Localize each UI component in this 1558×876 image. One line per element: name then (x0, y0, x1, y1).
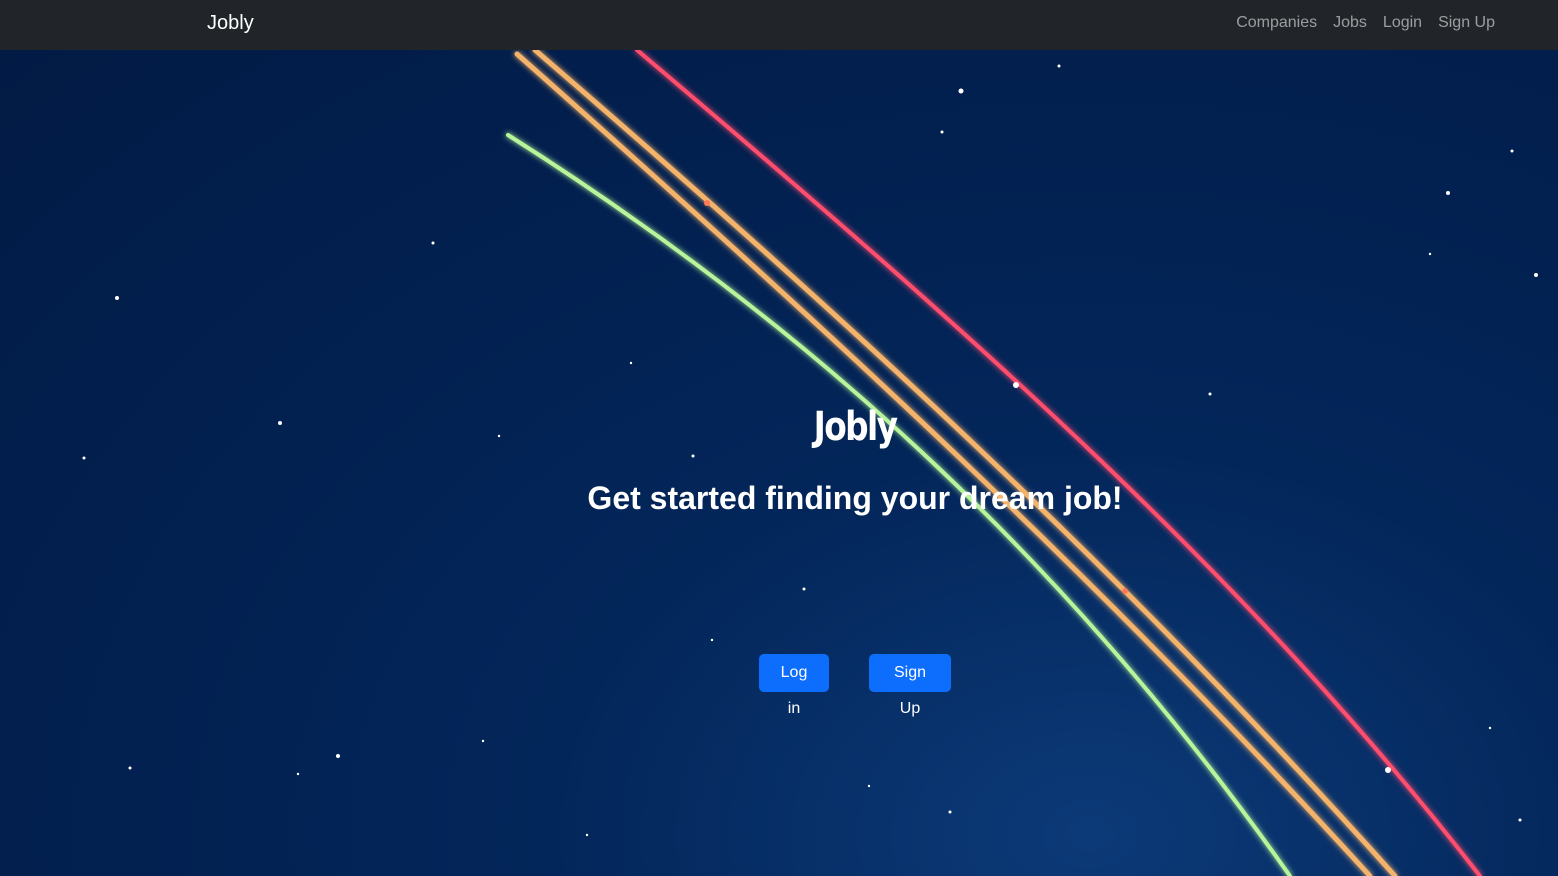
nav-link-login[interactable]: Login (1383, 14, 1422, 32)
hero-section: Jobly Get started finding your dream job… (0, 50, 1558, 876)
stars (82, 64, 1538, 837)
hero-subtitle: Get started finding your dream job! (587, 480, 1123, 516)
nav-link-companies[interactable]: Companies (1236, 14, 1317, 32)
nav-link-jobs[interactable]: Jobs (1333, 14, 1367, 32)
login-button[interactable]: Log in (759, 654, 829, 717)
nav-links: Companies Jobs Login Sign Up (1236, 14, 1495, 32)
night-sky-background (82, 50, 1538, 876)
light-trails (506, 50, 1482, 876)
navbar-brand[interactable]: Jobly (207, 12, 254, 35)
navbar: Jobly Companies Jobs Login Sign Up (0, 0, 1558, 50)
signup-button[interactable]: Sign Up (869, 654, 951, 717)
hero-title: Jobly (813, 404, 898, 450)
nav-link-signup[interactable]: Sign Up (1438, 14, 1495, 32)
